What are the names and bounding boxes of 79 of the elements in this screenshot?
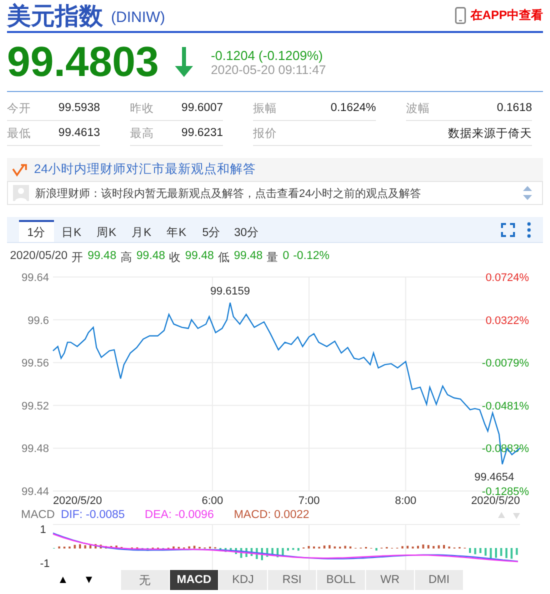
stat-value: 99.6007: [181, 102, 223, 114]
y-axis-label: 99.48: [21, 443, 49, 456]
ohlc-value: 99.48: [88, 250, 116, 264]
phone-icon: [455, 7, 466, 24]
ohlc-value: 0: [282, 250, 290, 264]
ohlc-label: 2020/05/20: [10, 250, 68, 264]
advisor-message-box[interactable]: 新浪理财师：该时段内暂无最新观点及解答，点击查看24小时之前的观点及解答: [7, 181, 543, 205]
price-change: -0.1204 (-0.1209%): [210, 48, 324, 62]
current-price: 99.4803: [7, 38, 159, 86]
ohlc-label: 收: [169, 251, 182, 264]
stat-label: 振幅: [253, 102, 277, 116]
price-annotation: 99.4654: [474, 471, 514, 484]
ohlc-value: 99.48: [136, 250, 166, 264]
advisor-message: 新浪理财师：该时段内暂无最新观点及解答，点击查看24小时之前的观点及解答: [35, 186, 422, 200]
x-axis-label: 8:00: [394, 495, 416, 507]
indicator-tab[interactable]: RSI: [268, 570, 317, 590]
avatar-icon: [13, 185, 29, 201]
x-axis-label: 6:00: [202, 495, 224, 507]
trend-arrow-icon: [12, 162, 28, 176]
period-tab[interactable]: 5分: [194, 220, 229, 242]
fullscreen-icon[interactable]: [501, 222, 515, 236]
macd-value: MACD: 0.0022: [234, 509, 310, 521]
macd-axis-label: -1: [40, 558, 50, 570]
stat-label: 最高: [130, 126, 154, 140]
indicator-tab[interactable]: WR: [366, 570, 415, 590]
down-arrow-icon: [172, 47, 195, 77]
advisor-link[interactable]: 24小时内理财师对汇市最新观点和解答: [34, 161, 256, 178]
percent-change-label: -0.0481%: [482, 400, 529, 412]
dif-value: DIF: -0.0085: [60, 509, 125, 521]
period-tab[interactable]: 周K: [89, 220, 124, 242]
stat-label: 波幅: [406, 102, 430, 116]
stat-label: 今开: [7, 102, 31, 116]
percent-change-label: 0.0724%: [486, 272, 529, 284]
stat-label: 报价: [253, 126, 277, 140]
ohlc-value: 99.48: [234, 250, 263, 264]
x-axis-label: 2020/5/20: [471, 495, 520, 507]
view-in-app-link[interactable]: 在APP中查看: [470, 7, 543, 24]
indicator-tab[interactable]: 无: [121, 570, 170, 590]
indicator-tab[interactable]: BOLL: [317, 570, 366, 590]
period-tab[interactable]: 月K: [124, 220, 159, 242]
stat-value: 0.1618: [496, 102, 532, 114]
period-tab[interactable]: 30分: [229, 220, 264, 242]
quote-time: 2020-05-20 09:11:47: [210, 62, 326, 76]
more-icon[interactable]: [527, 222, 531, 238]
indicator-tab[interactable]: KDJ: [219, 570, 268, 590]
period-tab[interactable]: 日K: [54, 220, 89, 242]
stat-value: 99.4613: [58, 127, 100, 139]
period-tab[interactable]: 1分: [19, 220, 54, 242]
indicator-name: MACD: [21, 509, 55, 521]
ohlc-label: 低: [218, 251, 230, 264]
macd-axis-label: 1: [40, 524, 48, 536]
period-tab[interactable]: 年K: [159, 220, 194, 242]
page-title: 美元指数: [7, 2, 103, 32]
price-annotation: 99.6159: [210, 286, 250, 298]
stat-value: 数据来源于倚天: [448, 126, 532, 140]
indicator-tab[interactable]: DMI: [415, 570, 464, 590]
y-axis-label: 99.56: [21, 358, 49, 370]
percent-change-label: 0.0322%: [486, 314, 529, 327]
y-axis-label: 99.6: [28, 314, 49, 327]
percent-change-label: -0.0079%: [482, 358, 529, 370]
stat-value: 99.6231: [181, 127, 223, 139]
ohlc-value: -0.12%: [293, 250, 330, 264]
stat-label: 昨收: [130, 102, 154, 116]
x-axis-label: 2020/5/20: [53, 495, 102, 507]
stat-label: 最低: [7, 126, 31, 140]
ohlc-label: 量: [266, 251, 279, 264]
scroll-arrows-icon: [498, 512, 520, 518]
y-axis-label: 99.64: [21, 272, 49, 284]
symbol-code: (DINIW): [111, 9, 166, 26]
stat-value: 0.1624%: [330, 102, 376, 114]
ohlc-label: 高: [120, 250, 132, 264]
x-axis-label: 7:00: [298, 495, 320, 507]
stat-value: 99.5938: [58, 102, 100, 114]
dea-value: DEA: -0.0096: [144, 509, 214, 521]
indicator-tab[interactable]: MACD: [170, 570, 219, 590]
ohlc-value: 99.48: [185, 250, 214, 264]
ohlc-label: 开: [72, 251, 84, 264]
y-axis-label: 99.44: [21, 486, 49, 498]
y-axis-label: 99.52: [21, 400, 49, 412]
